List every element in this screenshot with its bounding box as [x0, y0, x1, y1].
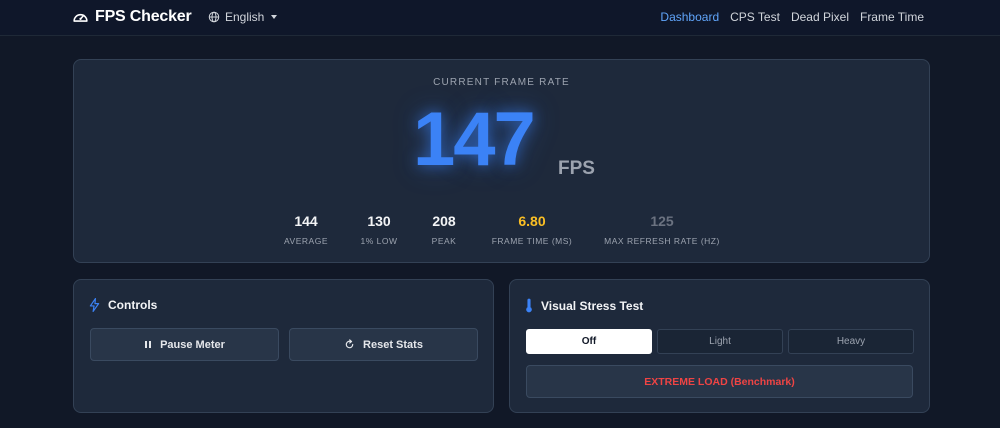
nav-link-frame-time[interactable]: Frame Time [860, 10, 924, 24]
brand-name: FPS Checker [95, 8, 192, 25]
nav-link-cps-test[interactable]: CPS Test [730, 10, 780, 24]
nav-links: Dashboard CPS Test Dead Pixel Frame Time [660, 10, 924, 24]
stat-label: FRAME TIME (MS) [491, 236, 573, 246]
fps-unit: FPS [558, 158, 595, 179]
thermometer-icon [526, 298, 532, 313]
stat-value: 125 [650, 213, 674, 229]
stress-option-light[interactable]: Light [657, 329, 783, 354]
stat-value: 208 [432, 213, 456, 229]
pause-meter-label: Pause Meter [160, 338, 225, 351]
brand-logo[interactable]: FPS Checker [72, 6, 192, 28]
reset-stats-label: Reset Stats [363, 338, 423, 351]
nav-link-dead-pixel[interactable]: Dead Pixel [791, 10, 849, 24]
nav-link-dashboard[interactable]: Dashboard [660, 10, 719, 24]
pause-meter-button[interactable]: Pause Meter [90, 328, 279, 361]
stat-value: 130 [367, 213, 391, 229]
stat-label: PEAK [431, 236, 457, 246]
stat-value: 144 [294, 213, 318, 229]
stat-max-refresh-rate: 125 MAX REFRESH RATE (HZ) [596, 213, 728, 246]
stress-test-panel: Visual Stress Test Off Light Heavy EXTRE… [509, 279, 930, 413]
stat-label: 1% LOW [360, 236, 398, 246]
fps-card: CURRENT FRAME RATE 147 FPS 144 AVERAGE 1… [73, 59, 930, 263]
stress-test-header: Visual Stress Test [525, 298, 643, 313]
stress-test-title: Visual Stress Test [541, 298, 644, 313]
fps-value: 147 [413, 97, 536, 182]
speedometer-icon [73, 13, 88, 22]
lightning-icon [89, 298, 100, 312]
extreme-load-button[interactable]: EXTREME LOAD (Benchmark) [526, 365, 913, 398]
chevron-down-icon [271, 15, 278, 19]
stat-peak: 208 PEAK [416, 213, 472, 246]
fps-caption: CURRENT FRAME RATE [433, 77, 570, 88]
stat-1-percent-low: 130 1% LOW [347, 213, 411, 246]
top-navbar: FPS Checker English Dashboard CPS Test D… [0, 0, 1000, 36]
stat-frame-time: 6.80 FRAME TIME (MS) [480, 213, 584, 246]
stress-option-heavy[interactable]: Heavy [788, 329, 914, 354]
reset-stats-button[interactable]: Reset Stats [289, 328, 478, 361]
pause-icon [145, 341, 152, 348]
stat-label: MAX REFRESH RATE (HZ) [604, 236, 720, 246]
controls-title: Controls [108, 298, 158, 312]
controls-header: Controls [89, 298, 157, 312]
controls-panel: Controls Pause Meter Reset Stats [73, 279, 494, 413]
stress-option-off[interactable]: Off [526, 329, 652, 354]
globe-icon [208, 11, 220, 23]
stat-label: AVERAGE [284, 236, 328, 246]
stat-value: 6.80 [518, 213, 546, 229]
language-selector[interactable]: English [208, 9, 278, 25]
language-label: English [225, 10, 265, 24]
stat-average: 144 AVERAGE [272, 213, 340, 246]
reset-icon [345, 339, 354, 349]
